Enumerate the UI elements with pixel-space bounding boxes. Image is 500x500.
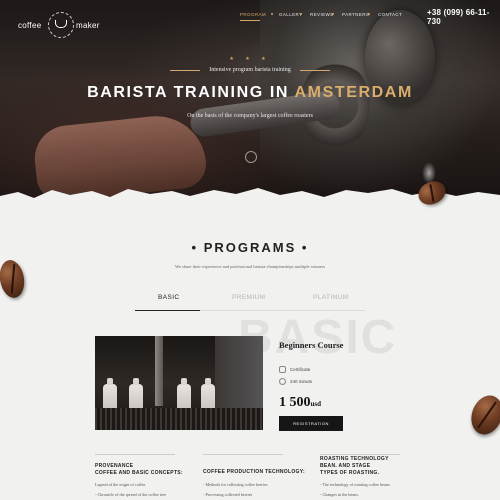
column-title-line: TYPES OF ROASTING. [320,470,380,476]
price-currency: usd [310,400,322,408]
programs-description: We share their experience and profession… [175,264,325,269]
list-item: - Changes in the beans. [320,492,359,497]
column-title: PROVENANCE COFFEE AND BASIC CONCEPTS: [95,463,183,477]
column-title-line: PROVENANCE [95,463,134,469]
hero-stars: ★ ★ ★ [229,56,271,62]
list-item: - Chronicle of the spread of the coffee … [95,492,167,497]
logo[interactable]: coffee maker [18,8,100,40]
milk-jug [129,378,143,410]
nav-item-contact[interactable]: CONTACT [378,12,402,17]
scroll-down-icon[interactable] [245,151,257,163]
logo-word-left: coffee [18,21,42,30]
cup-icon [55,20,67,28]
column-divider [320,454,400,455]
course-name: Beginners Course [279,340,344,350]
registration-button[interactable]: REGISTRATION [279,416,343,431]
milk-jug [177,378,191,410]
programs-title: • PROGRAMS • [191,240,309,255]
hero-title-city: AMSTERDAM [294,84,413,101]
column-title-line: COFFEE AND BASIC CONCEPTS: [95,470,183,476]
column-title: ROASTING TECHNOLOGY BEAN. AND STAGE TYPE… [320,456,389,477]
list-item: - The technology of roasting coffee bean… [320,482,391,487]
price-amount: 1 500 [279,395,311,410]
milk-jug [103,378,117,410]
logo-word-right: maker [76,21,100,30]
hero-title-main: BARISTA TRAINING IN [87,84,295,101]
certificate-icon [279,366,286,373]
column-title-line: COFFEE PRODUCTION TECHNOLOGY: [203,469,305,475]
column-title: COFFEE PRODUCTION TECHNOLOGY: [203,469,305,476]
nav-item-program[interactable]: PROGRAM [240,12,266,17]
phone-number[interactable]: +38 (099) 66-11-730 [427,8,500,26]
column-divider [95,454,175,455]
clock-icon [279,378,286,385]
nav-active-underline [240,20,260,21]
nav-dot [368,13,370,15]
milk-jug [201,378,215,410]
certificate-label: Certificate [290,367,311,372]
nav-dot [332,13,334,15]
hero-tagline: On the basis of the company's largest co… [187,113,313,119]
espresso-spout [155,336,163,406]
tab-premium[interactable]: PREMIUM [232,294,266,301]
active-tab-underline [135,310,200,311]
coffee-bean-image [466,391,500,439]
course-photo [95,336,263,430]
column-divider [203,454,283,455]
course-duration: 240 minuts [290,379,313,384]
column-title-line: ROASTING TECHNOLOGY [320,456,389,462]
hero-title: BARISTA TRAINING IN AMSTERDAM [0,84,500,102]
nav-item-partners[interactable]: PARTNERS [342,12,369,17]
tab-basic[interactable]: BASIC [158,294,180,301]
list-item: Legend of the origin of coffee. [95,482,147,487]
column-title-line: BEAN. AND STAGE [320,463,371,469]
nav-item-gallery[interactable]: GALLERY [279,12,302,17]
course-price: 1 500usd [279,395,321,411]
nav-dot [300,13,302,15]
nav-dot [271,13,273,15]
tab-platinum[interactable]: PLATINUM [313,294,349,301]
drip-tray [95,408,263,430]
nav-item-reviews[interactable]: REVIEWS [310,12,334,17]
list-item: - Methods for collecting coffee berries [203,482,268,487]
list-item: - Processing collected berries [203,492,253,497]
hero-subtitle: Intensive program barista training [209,67,291,73]
